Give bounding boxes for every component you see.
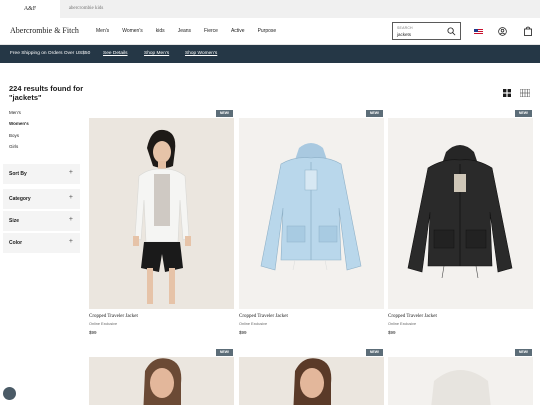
nav-fierce[interactable]: Fierce bbox=[204, 28, 218, 34]
model-white-jacket-image bbox=[133, 129, 191, 304]
search-value: jackets bbox=[397, 32, 412, 37]
fleece-jacket-image bbox=[431, 370, 491, 405]
product-image[interactable] bbox=[89, 357, 234, 405]
search-label: SEARCH bbox=[397, 26, 413, 30]
facet-label: Sort By bbox=[9, 171, 27, 177]
filter-girls[interactable]: Girls bbox=[9, 144, 18, 149]
product-price: $99 bbox=[239, 330, 247, 335]
brand-tab-kids[interactable]: abercrombie kids bbox=[60, 0, 112, 18]
brand-switcher: A&F abercrombie kids bbox=[0, 0, 540, 18]
facet-size[interactable]: Size + bbox=[3, 211, 80, 231]
new-badge: NEW! bbox=[216, 349, 233, 356]
facet-label: Color bbox=[9, 240, 23, 246]
filter-womens[interactable]: Women's bbox=[9, 121, 29, 126]
promo-see-details-link[interactable]: See Details bbox=[103, 51, 128, 56]
site-logo[interactable]: Abercrombie & Fitch bbox=[10, 26, 79, 35]
plus-icon: + bbox=[68, 169, 73, 176]
nav-womens[interactable]: Women's bbox=[122, 28, 143, 34]
product-price: $99 bbox=[89, 330, 97, 335]
nav-mens[interactable]: Men's bbox=[96, 28, 109, 34]
new-badge: NEW! bbox=[515, 110, 532, 117]
product-name[interactable]: Cropped Traveler Jacket bbox=[239, 314, 288, 319]
search-input[interactable]: SEARCH jackets bbox=[392, 22, 461, 40]
brand-tab-af[interactable]: A&F bbox=[0, 0, 60, 18]
model-image bbox=[293, 358, 332, 405]
shopping-bag-icon[interactable] bbox=[524, 26, 532, 36]
new-badge: NEW! bbox=[366, 349, 383, 356]
product-image[interactable] bbox=[388, 118, 533, 309]
chat-icon[interactable] bbox=[3, 387, 16, 400]
product-name[interactable]: Cropped Traveler Jacket bbox=[89, 314, 138, 319]
product-tag: Online Exclusive bbox=[388, 322, 417, 326]
product-tag: Online Exclusive bbox=[89, 322, 118, 326]
nav-active[interactable]: Active bbox=[231, 28, 245, 34]
account-icon[interactable] bbox=[498, 27, 507, 36]
promo-shop-mens-link[interactable]: Shop Men's bbox=[144, 51, 169, 56]
black-jacket-image bbox=[407, 145, 513, 279]
grid-view-icon[interactable] bbox=[503, 89, 511, 97]
product-image[interactable] bbox=[388, 357, 533, 405]
filter-boys[interactable]: Boys bbox=[9, 133, 19, 138]
promo-banner: Free Shipping on Orders Over US$50 See D… bbox=[0, 45, 540, 63]
facet-label: Size bbox=[9, 218, 20, 224]
model-image bbox=[143, 358, 182, 405]
product-name[interactable]: Cropped Traveler Jacket bbox=[388, 314, 437, 319]
plus-icon: + bbox=[68, 216, 73, 223]
promo-shop-womens-link[interactable]: Shop Women's bbox=[185, 51, 217, 56]
new-badge: NEW! bbox=[216, 110, 233, 117]
main-nav: Men's Women's kids Jeans Fierce Active P… bbox=[96, 28, 289, 34]
product-image[interactable] bbox=[239, 118, 384, 309]
light-blue-jacket-image bbox=[260, 143, 362, 271]
search-results-page: A&F abercrombie kids Abercrombie & Fitch… bbox=[0, 0, 540, 405]
new-badge: NEW! bbox=[366, 110, 383, 117]
dense-grid-view-icon[interactable] bbox=[520, 89, 530, 97]
results-count: 224 results found for "jackets" bbox=[9, 84, 84, 102]
nav-purpose[interactable]: Purpose bbox=[258, 28, 277, 34]
facet-color[interactable]: Color + bbox=[3, 233, 80, 253]
nav-kids[interactable]: kids bbox=[156, 28, 165, 34]
promo-text: Free Shipping on Orders Over US$50 bbox=[10, 51, 91, 56]
plus-icon: + bbox=[68, 238, 73, 245]
facet-category[interactable]: Category + bbox=[3, 189, 80, 209]
site-header: Abercrombie & Fitch Men's Women's kids J… bbox=[0, 18, 540, 45]
us-flag-icon[interactable] bbox=[474, 29, 483, 35]
product-image[interactable] bbox=[89, 118, 234, 309]
filter-mens[interactable]: Men's bbox=[9, 110, 21, 115]
facet-sort-by[interactable]: Sort By + bbox=[3, 164, 80, 184]
nav-jeans[interactable]: Jeans bbox=[178, 28, 191, 34]
product-tag: Online Exclusive bbox=[239, 322, 268, 326]
new-badge: NEW! bbox=[515, 349, 532, 356]
product-image[interactable] bbox=[239, 357, 384, 405]
facet-label: Category bbox=[9, 196, 31, 202]
product-price: $99 bbox=[388, 330, 396, 335]
plus-icon: + bbox=[68, 194, 73, 201]
search-icon[interactable] bbox=[447, 27, 456, 36]
